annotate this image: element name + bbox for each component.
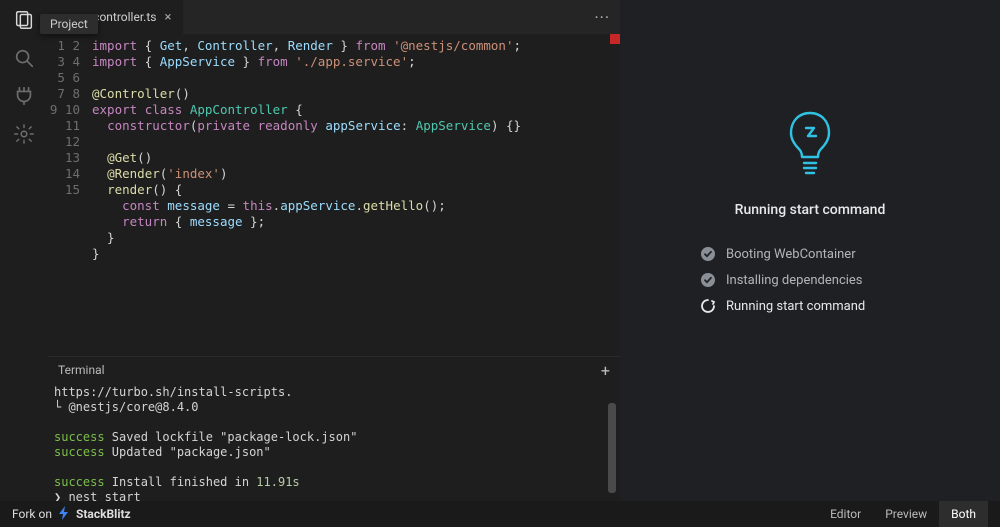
view-mode-switcher: Editor Preview Both bbox=[818, 501, 988, 527]
terminal-line: ❯ nest start bbox=[54, 490, 610, 501]
run-step: Running start command bbox=[700, 298, 920, 314]
view-preview-button[interactable]: Preview bbox=[873, 501, 939, 527]
terminal-header: Terminal + bbox=[48, 357, 620, 383]
terminal-title: Terminal bbox=[58, 363, 105, 377]
fork-link[interactable]: Fork on StackBlitz bbox=[12, 506, 131, 523]
check-circle-icon bbox=[700, 246, 716, 262]
view-editor-button[interactable]: Editor bbox=[818, 501, 873, 527]
editor-column: app.controller.ts × ··· 1 2 3 4 5 6 7 8 … bbox=[48, 0, 620, 501]
terminal-line: success Updated "package.json" bbox=[54, 445, 610, 460]
install-step: Installing dependencies bbox=[700, 272, 920, 288]
line-number-gutter: 1 2 3 4 5 6 7 8 9 10 11 12 13 14 15 bbox=[48, 34, 92, 356]
fork-prefix: Fork on bbox=[12, 507, 52, 521]
tab-overflow-button[interactable]: ··· bbox=[594, 0, 620, 34]
code-content: import { Get, Controller, Render } from … bbox=[92, 34, 620, 356]
lightbulb-icon bbox=[786, 110, 834, 180]
terminal-line: success Saved lockfile "package-lock.jso… bbox=[54, 430, 610, 445]
new-terminal-button[interactable]: + bbox=[601, 361, 610, 380]
terminal-line: https://turbo.sh/install-scripts. bbox=[54, 385, 610, 400]
view-both-button[interactable]: Both bbox=[939, 501, 988, 527]
terminal-scrollbar[interactable] bbox=[608, 383, 616, 499]
overview-ruler-error-icon bbox=[610, 34, 620, 44]
boot-step: Booting WebContainer bbox=[700, 246, 920, 262]
project-tooltip: Project bbox=[40, 14, 98, 34]
activity-bar: Project bbox=[0, 0, 48, 501]
preview-status-title: Running start command bbox=[735, 202, 886, 218]
spinner-icon bbox=[700, 298, 716, 314]
tab-bar: app.controller.ts × ··· bbox=[48, 0, 620, 34]
terminal-line: success Install finished in 11.91s bbox=[54, 475, 610, 490]
brand-name: StackBlitz bbox=[76, 507, 131, 521]
step-label: Installing dependencies bbox=[726, 273, 863, 288]
settings-icon[interactable] bbox=[12, 122, 36, 146]
terminal-line: └ @nestjs/core@8.4.0 bbox=[54, 400, 610, 415]
terminal-panel: Terminal + https://turbo.sh/install-scri… bbox=[48, 356, 620, 501]
search-icon[interactable] bbox=[12, 46, 36, 70]
preview-pane: Running start command Booting WebContain… bbox=[620, 0, 1000, 501]
status-bar: Fork on StackBlitz Editor Preview Both bbox=[0, 501, 1000, 527]
scrollbar-thumb[interactable] bbox=[608, 403, 616, 493]
check-circle-icon bbox=[700, 272, 716, 288]
lightning-icon bbox=[58, 506, 70, 523]
terminal-body[interactable]: https://turbo.sh/install-scripts. └ @nes… bbox=[48, 383, 620, 501]
step-label: Running start command bbox=[726, 299, 865, 314]
ports-icon[interactable] bbox=[12, 84, 36, 108]
close-icon[interactable]: × bbox=[162, 10, 173, 25]
app-root: Project app.controller.ts × bbox=[0, 0, 1000, 527]
code-editor[interactable]: 1 2 3 4 5 6 7 8 9 10 11 12 13 14 15 impo… bbox=[48, 34, 620, 356]
main-area: Project app.controller.ts × bbox=[0, 0, 1000, 501]
explorer-icon[interactable] bbox=[12, 8, 36, 32]
step-label: Booting WebContainer bbox=[726, 247, 856, 262]
terminal-line bbox=[54, 415, 610, 430]
terminal-line bbox=[54, 460, 610, 475]
